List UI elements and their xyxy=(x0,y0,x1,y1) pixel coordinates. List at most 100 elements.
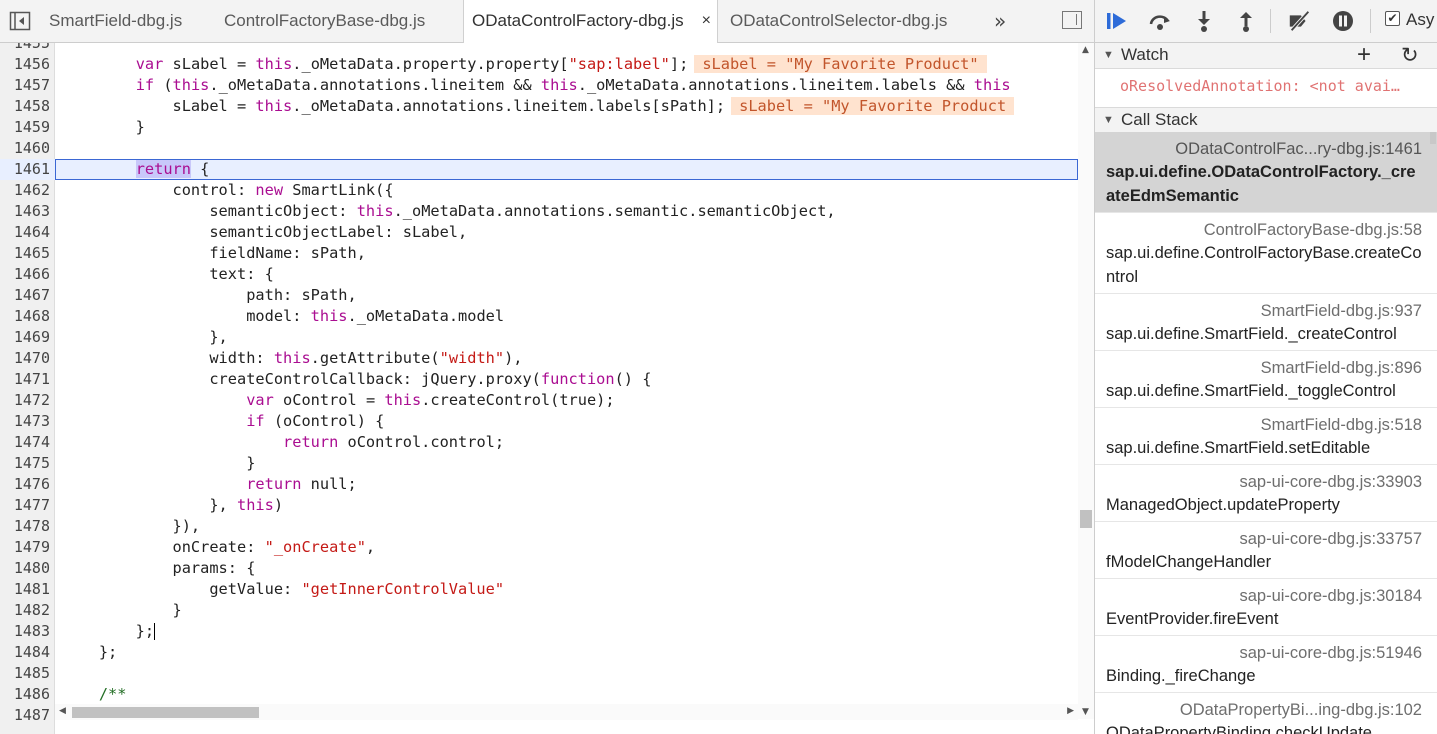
line-number[interactable]: 1458 xyxy=(0,96,50,117)
line-number[interactable]: 1470 xyxy=(0,348,50,369)
code-text: if (this._oMetaData.annotations.lineitem… xyxy=(135,76,1011,94)
vertical-scrollbar[interactable]: ▲ ▼ xyxy=(1078,43,1094,719)
line-number[interactable]: 1487 xyxy=(0,705,50,726)
scroll-thumb[interactable] xyxy=(1080,510,1092,528)
watch-title: Watch xyxy=(1121,45,1169,64)
line-number[interactable]: 1459 xyxy=(0,117,50,138)
call-frame-location[interactable]: ODataControlFac...ry-dbg.js:1461 xyxy=(1106,138,1422,160)
line-number[interactable]: 1482 xyxy=(0,600,50,621)
line-number[interactable]: 1472 xyxy=(0,390,50,411)
call-frame[interactable]: ODataPropertyBi...ing-dbg.js:102 ODataPr… xyxy=(1095,693,1437,734)
line-number[interactable]: 1475 xyxy=(0,453,50,474)
line-number[interactable]: 1465 xyxy=(0,243,50,264)
line-number[interactable]: 1484 xyxy=(0,642,50,663)
more-tabs-icon[interactable]: » xyxy=(994,0,1006,42)
call-frame-selected[interactable]: ODataControlFac...ry-dbg.js:1461 sap.ui.… xyxy=(1095,132,1437,213)
line-number[interactable]: 1463 xyxy=(0,201,50,222)
scroll-left-icon[interactable]: ◀ xyxy=(59,706,66,716)
call-frame-location[interactable]: SmartField-dbg.js:937 xyxy=(1106,300,1422,322)
line-number[interactable]: 1480 xyxy=(0,558,50,579)
watch-expression-name: oResolvedAnnotation: xyxy=(1120,77,1301,95)
line-number[interactable]: 1481 xyxy=(0,579,50,600)
line-number[interactable]: 1455 xyxy=(0,43,50,54)
call-frame[interactable]: SmartField-dbg.js:518 sap.ui.define.Smar… xyxy=(1095,408,1437,465)
call-frame[interactable]: sap-ui-core-dbg.js:51946 Binding._fireCh… xyxy=(1095,636,1437,693)
call-frame[interactable]: ControlFactoryBase-dbg.js:58 sap.ui.defi… xyxy=(1095,213,1437,294)
horizontal-scrollbar[interactable]: ◀ ▶ xyxy=(55,704,1078,720)
call-frame-location[interactable]: SmartField-dbg.js:518 xyxy=(1106,414,1422,436)
sidebar-scrollbar[interactable] xyxy=(1430,132,1436,144)
line-number[interactable]: 1486 xyxy=(0,684,50,705)
line-number[interactable]: 1477 xyxy=(0,495,50,516)
toggle-debugger-panel-icon[interactable] xyxy=(1062,11,1082,29)
line-number[interactable]: 1464 xyxy=(0,222,50,243)
add-watch-expression-icon[interactable]: + xyxy=(1357,41,1371,69)
scroll-thumb[interactable] xyxy=(72,707,259,718)
step-over-button[interactable] xyxy=(1147,8,1173,34)
collapse-triangle-icon[interactable]: ▼ xyxy=(1103,49,1114,61)
pause-on-exceptions-button[interactable] xyxy=(1330,8,1356,34)
async-label: Asy xyxy=(1406,10,1435,29)
tab-odatacontrolfactory[interactable]: ODataControlFactory-dbg.js × xyxy=(463,0,718,43)
close-tab-icon[interactable]: × xyxy=(702,0,711,42)
step-out-button[interactable] xyxy=(1233,8,1259,34)
code-line: 1459 } xyxy=(0,117,1078,138)
code-text: sLabel = this._oMetaData.annotations.lin… xyxy=(62,96,1015,117)
line-number[interactable]: 1462 xyxy=(0,180,50,201)
call-frame-location[interactable]: sap-ui-core-dbg.js:33757 xyxy=(1106,528,1422,550)
tab-odatacontrolselector[interactable]: ODataControlSelector-dbg.js xyxy=(730,0,947,42)
tab-controlfactorybase[interactable]: ControlFactoryBase-dbg.js xyxy=(224,0,425,42)
tab-smartfield[interactable]: SmartField-dbg.js xyxy=(49,0,182,42)
line-number[interactable]: 1461 xyxy=(0,159,50,180)
call-frame[interactable]: SmartField-dbg.js:937 sap.ui.define.Smar… xyxy=(1095,294,1437,351)
refresh-watch-icon[interactable]: ↻ xyxy=(1401,43,1419,68)
line-number[interactable]: 1457 xyxy=(0,75,50,96)
line-number[interactable]: 1467 xyxy=(0,285,50,306)
call-frame[interactable]: sap-ui-core-dbg.js:33903 ManagedObject.u… xyxy=(1095,465,1437,522)
call-frame-function: ODataPropertyBinding.checkUpdate xyxy=(1106,724,1372,734)
line-number[interactable]: 1479 xyxy=(0,537,50,558)
call-frame[interactable]: sap-ui-core-dbg.js:33757 fModelChangeHan… xyxy=(1095,522,1437,579)
deactivate-breakpoints-button[interactable] xyxy=(1287,8,1313,34)
call-frame-location[interactable]: sap-ui-core-dbg.js:51946 xyxy=(1106,642,1422,664)
call-frame-location[interactable]: SmartField-dbg.js:896 xyxy=(1106,357,1422,379)
code-text: params: { xyxy=(62,559,256,577)
code-line: 1471 createControlCallback: jQuery.proxy… xyxy=(0,369,1078,390)
code-line: 1480 params: { xyxy=(0,558,1078,579)
line-number[interactable]: 1473 xyxy=(0,411,50,432)
code-editor[interactable]: 1455 1456 var sLabel = this._oMetaData.p… xyxy=(0,43,1094,734)
call-frame[interactable]: sap-ui-core-dbg.js:30184 EventProvider.f… xyxy=(1095,579,1437,636)
code-line: 1484 }; xyxy=(0,642,1078,663)
code-text: text: { xyxy=(62,265,274,283)
scroll-up-icon[interactable]: ▲ xyxy=(1082,45,1089,55)
line-number[interactable]: 1460 xyxy=(0,138,50,159)
line-number[interactable]: 1456 xyxy=(0,54,50,75)
resume-button[interactable] xyxy=(1104,8,1130,34)
call-frame-location[interactable]: ODataPropertyBi...ing-dbg.js:102 xyxy=(1106,699,1422,721)
step-into-button[interactable] xyxy=(1191,8,1217,34)
line-number[interactable]: 1476 xyxy=(0,474,50,495)
watch-expression[interactable]: oResolvedAnnotation: <not avai… xyxy=(1120,77,1400,95)
call-stack-section-header[interactable]: ▼ Call Stack xyxy=(1095,107,1437,133)
line-number[interactable]: 1485 xyxy=(0,663,50,684)
code-line: 1458 sLabel = this._oMetaData.annotation… xyxy=(0,96,1078,117)
line-number[interactable]: 1474 xyxy=(0,432,50,453)
line-number[interactable]: 1469 xyxy=(0,327,50,348)
step-out-icon xyxy=(1240,12,1252,32)
code-text: path: sPath, xyxy=(62,286,357,304)
line-number[interactable]: 1466 xyxy=(0,264,50,285)
async-checkbox[interactable]: ✔ xyxy=(1385,11,1400,26)
line-number[interactable]: 1468 xyxy=(0,306,50,327)
line-number[interactable]: 1483 xyxy=(0,621,50,642)
toggle-navigator-button[interactable] xyxy=(9,10,31,32)
scroll-down-icon[interactable]: ▼ xyxy=(1082,707,1089,717)
scroll-right-icon[interactable]: ▶ xyxy=(1067,706,1074,716)
call-frame-location[interactable]: sap-ui-core-dbg.js:33903 xyxy=(1106,471,1422,493)
call-frame-location[interactable]: sap-ui-core-dbg.js:30184 xyxy=(1106,585,1422,607)
watch-section-header[interactable]: ▼ Watch + ↻ xyxy=(1095,41,1437,69)
line-number[interactable]: 1478 xyxy=(0,516,50,537)
collapse-triangle-icon[interactable]: ▼ xyxy=(1103,114,1114,126)
call-frame-location[interactable]: ControlFactoryBase-dbg.js:58 xyxy=(1106,219,1422,241)
call-frame[interactable]: SmartField-dbg.js:896 sap.ui.define.Smar… xyxy=(1095,351,1437,408)
line-number[interactable]: 1471 xyxy=(0,369,50,390)
